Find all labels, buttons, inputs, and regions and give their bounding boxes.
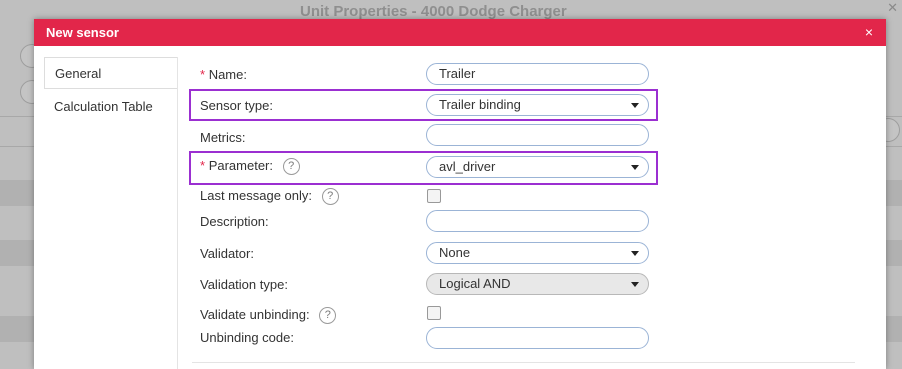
last-message-checkbox[interactable]	[427, 189, 441, 203]
last-message-label-text: Last message only:	[200, 188, 313, 203]
description-field[interactable]	[426, 210, 649, 232]
sensor-type-select[interactable]: Trailer binding	[426, 94, 649, 116]
validation-type-select[interactable]: Logical AND	[426, 273, 649, 295]
tab-general[interactable]: General	[44, 57, 177, 89]
name-label: * Name:	[200, 67, 247, 82]
unbinding-code-label: Unbinding code:	[200, 330, 294, 345]
dialog-title: New sensor	[46, 25, 119, 40]
help-icon[interactable]: ?	[319, 307, 337, 325]
tab-list: General Calculation Table	[34, 46, 177, 369]
validation-type-label: Validation type:	[200, 277, 288, 292]
close-icon[interactable]: ×	[865, 24, 873, 40]
parameter-label: * Parameter: ?	[200, 158, 300, 176]
help-icon[interactable]: ?	[282, 158, 300, 176]
tab-calculation-table[interactable]: Calculation Table	[44, 91, 177, 123]
last-message-label: Last message only: ?	[200, 188, 339, 206]
dialog-header: New sensor ×	[34, 19, 886, 46]
name-field[interactable]: Trailer	[426, 63, 649, 85]
required-marker: *	[200, 67, 206, 82]
parameter-label-text: Parameter:	[208, 158, 273, 173]
validator-select[interactable]: None	[426, 242, 649, 264]
help-icon[interactable]: ?	[321, 188, 339, 206]
tab-divider	[177, 57, 178, 369]
new-sensor-dialog: New sensor × General Calculation Table *…	[34, 19, 886, 369]
metrics-label: Metrics:	[200, 130, 246, 145]
validator-label: Validator:	[200, 246, 254, 261]
unbinding-code-field[interactable]	[426, 327, 649, 349]
required-marker: *	[200, 158, 206, 173]
name-label-text: Name:	[208, 67, 247, 82]
background-close-icon: ✕	[887, 0, 898, 15]
validate-unbinding-checkbox[interactable]	[427, 306, 441, 320]
background-title: Unit Properties - 4000 Dodge Charger	[300, 3, 567, 20]
form-divider	[192, 362, 855, 363]
parameter-select[interactable]: avl_driver	[426, 156, 649, 178]
description-label: Description:	[200, 214, 269, 229]
sensor-type-label: Sensor type:	[200, 98, 273, 113]
validate-unbinding-label: Validate unbinding: ?	[200, 307, 337, 325]
validate-unbinding-label-text: Validate unbinding:	[200, 307, 310, 322]
metrics-field[interactable]	[426, 124, 649, 146]
